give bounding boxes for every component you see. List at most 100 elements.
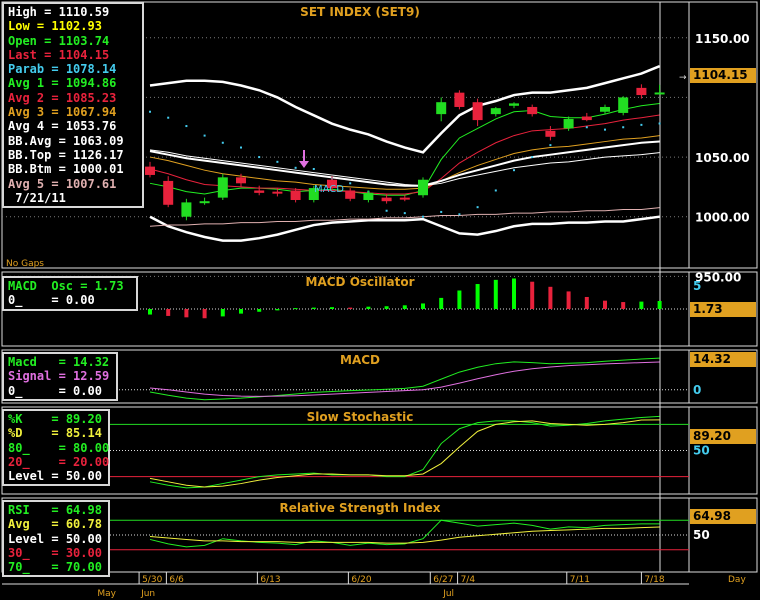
parabolic-dot <box>440 210 443 213</box>
y-tick-label: 1150.00 <box>695 32 750 46</box>
parabolic-dot <box>276 160 279 163</box>
legend-value: 1078.14 <box>65 62 117 77</box>
legend-label: %D <box>8 426 23 441</box>
parabolic-dot <box>240 146 242 149</box>
legend-value: 30.00 <box>65 545 102 560</box>
legend-row: Avg 4 = 1053.76 <box>8 119 117 134</box>
parabolic-dot <box>513 169 515 172</box>
candle-body <box>345 190 356 199</box>
series-line-bb-top <box>149 65 661 154</box>
oscillator-bar <box>366 306 371 309</box>
candle-body <box>581 116 592 121</box>
candle-body <box>363 192 374 201</box>
parabolic-dot <box>385 209 388 212</box>
legend-value: 1103.74 <box>58 33 110 48</box>
x-tick-label: 6/13 <box>260 575 280 585</box>
legend-row: 80_ = 80.00 <box>8 440 110 455</box>
parabolic-dot <box>494 189 497 192</box>
legend-label: BB.Top <box>8 147 52 162</box>
legend-label: Level <box>8 469 45 484</box>
oscillator-bar <box>584 296 589 309</box>
legend-row: 0_ = 0.00 <box>8 293 95 308</box>
candle-body <box>290 190 301 201</box>
rsi-value-badge: 64.98 <box>690 509 756 524</box>
x-month-label: May <box>97 589 116 599</box>
x-tick-label: 5/30 <box>142 575 162 585</box>
legend-row: Avg 1 = 1094.86 <box>8 76 117 91</box>
parabolic-dot <box>167 116 170 119</box>
oscillator-bar <box>293 308 298 310</box>
parabolic-dot <box>658 122 661 125</box>
x-month-label: Jul <box>442 589 454 599</box>
panel-title: Relative Strength Index <box>279 501 440 515</box>
legend-label: Avg <box>8 517 30 532</box>
legend-label: Avg 3 <box>8 105 45 120</box>
parabolic-dot <box>640 123 643 126</box>
y-tick-label: 1050.00 <box>695 151 750 165</box>
oscillator-bar <box>402 305 407 309</box>
legend-label: Signal <box>8 369 52 384</box>
oscillator-bar <box>257 309 262 312</box>
oscillator-bar <box>603 300 607 309</box>
x-tick-label: 6/20 <box>351 575 371 585</box>
oscillator-bar <box>639 301 644 309</box>
candle-body <box>181 202 192 217</box>
parabolic-dot <box>549 144 552 147</box>
legend-label: Open <box>8 33 37 48</box>
oscillator-bar <box>512 278 516 309</box>
legend-label: Macd <box>8 355 37 369</box>
legend-label: BB.Avg <box>8 133 52 148</box>
oscillator-bar <box>148 309 152 315</box>
legend-value: 1007.61 <box>65 176 117 191</box>
x-tick-label: 7/18 <box>644 575 664 585</box>
legend-value: 80.00 <box>73 440 110 455</box>
legend-value: 89.20 <box>65 412 102 426</box>
candle-body <box>381 197 392 202</box>
oscillator-bar <box>566 291 571 309</box>
legend-value: 64.98 <box>65 503 102 517</box>
candle-body <box>163 180 174 205</box>
legend-value: 20.00 <box>73 454 110 469</box>
legend-value: 1085.23 <box>65 90 117 105</box>
parabolic-dot <box>622 126 625 129</box>
legend-value: 1104.15 <box>58 47 110 62</box>
candle-body <box>399 197 410 200</box>
oscillator-bar <box>548 286 553 309</box>
parabolic-dot <box>476 206 479 209</box>
no-gaps-note: No Gaps <box>6 259 44 269</box>
legend-value: 1094.86 <box>65 76 117 91</box>
candle-body <box>272 191 283 194</box>
oscillator-bar <box>493 279 498 309</box>
oscillator-bar <box>530 281 535 309</box>
legend-label: BB.Btm <box>8 162 52 177</box>
parabolic-dot <box>294 166 297 169</box>
legend-row: %K = 89.20 <box>8 412 102 426</box>
legend-row: Level = 50.00 <box>8 469 102 484</box>
y-tick-label: 50 <box>693 444 710 458</box>
series-line-macd <box>149 357 660 401</box>
price-legend: High = 1110.59 Low = 1102.93 Open = 1103… <box>2 2 144 209</box>
oscillator-bar <box>657 300 662 309</box>
legend-value: 70.00 <box>65 560 102 575</box>
candle-body <box>418 179 428 196</box>
value-pointer: → <box>679 73 687 83</box>
candle-body <box>600 106 610 112</box>
oscillator-bar <box>330 307 334 309</box>
legend-label: Low <box>8 19 30 34</box>
panel-title: SET INDEX (SET9) <box>300 5 420 19</box>
legend-value: 7/21/11 <box>15 190 66 205</box>
oscillator-bar <box>184 309 189 318</box>
candle-body <box>618 97 629 113</box>
oscillator-bar <box>220 309 225 317</box>
y-tick-label: 950.00 <box>695 270 741 284</box>
oscillator-bar <box>239 309 243 314</box>
macd-legend: Macd = 14.32 Signal = 12.59 0_ = 0.00 <box>2 352 118 401</box>
y-tick-label: 5 <box>693 279 701 293</box>
oscillator-bar <box>421 303 425 309</box>
legend-value: 85.14 <box>65 426 102 441</box>
candle-body <box>563 118 574 129</box>
parabolic-dot <box>312 167 315 170</box>
candle-body <box>545 130 556 137</box>
legend-value: 0.00 <box>65 293 95 308</box>
x-unit-label: Day <box>728 575 746 585</box>
